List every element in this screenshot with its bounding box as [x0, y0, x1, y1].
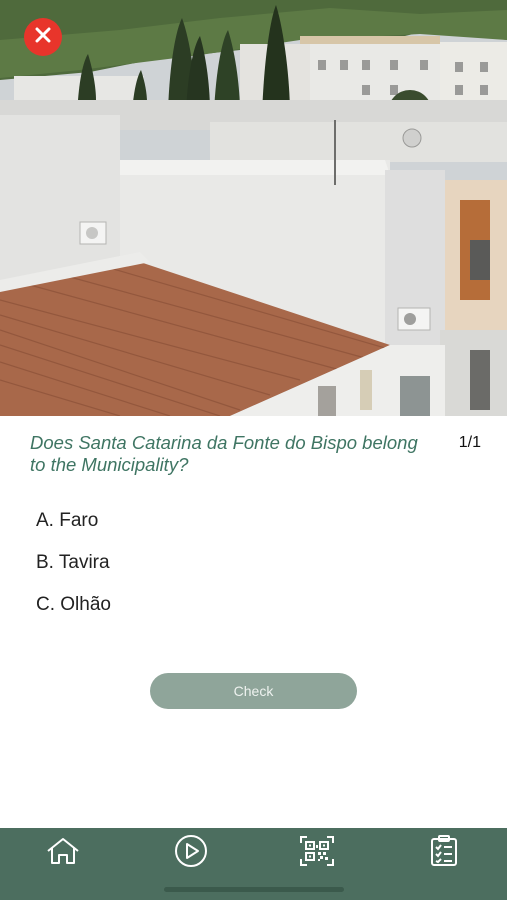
- answer-option-b[interactable]: B. Tavira: [36, 550, 111, 592]
- home-icon: [45, 837, 81, 870]
- tab-home[interactable]: [43, 836, 83, 870]
- close-button[interactable]: [24, 18, 62, 56]
- check-button[interactable]: Check: [150, 673, 357, 709]
- qr-code-icon: [299, 835, 335, 872]
- question-counter: 1/1: [458, 434, 481, 451]
- answer-list: A. Faro B. Tavira C. Olhão: [36, 508, 111, 634]
- tab-qr-scan[interactable]: [297, 835, 337, 872]
- tab-checklist[interactable]: [424, 834, 464, 872]
- close-icon: [35, 27, 51, 48]
- answer-option-a[interactable]: A. Faro: [36, 508, 111, 550]
- answer-option-c[interactable]: C. Olhão: [36, 592, 111, 634]
- play-icon: [174, 834, 208, 873]
- checklist-icon: [429, 834, 459, 872]
- hero-photo: [0, 0, 507, 416]
- tab-play[interactable]: [171, 834, 211, 873]
- question-text: Does Santa Catarina da Fonte do Bispo be…: [30, 432, 418, 475]
- bottom-tab-bar: [0, 828, 507, 900]
- home-indicator: [164, 887, 344, 892]
